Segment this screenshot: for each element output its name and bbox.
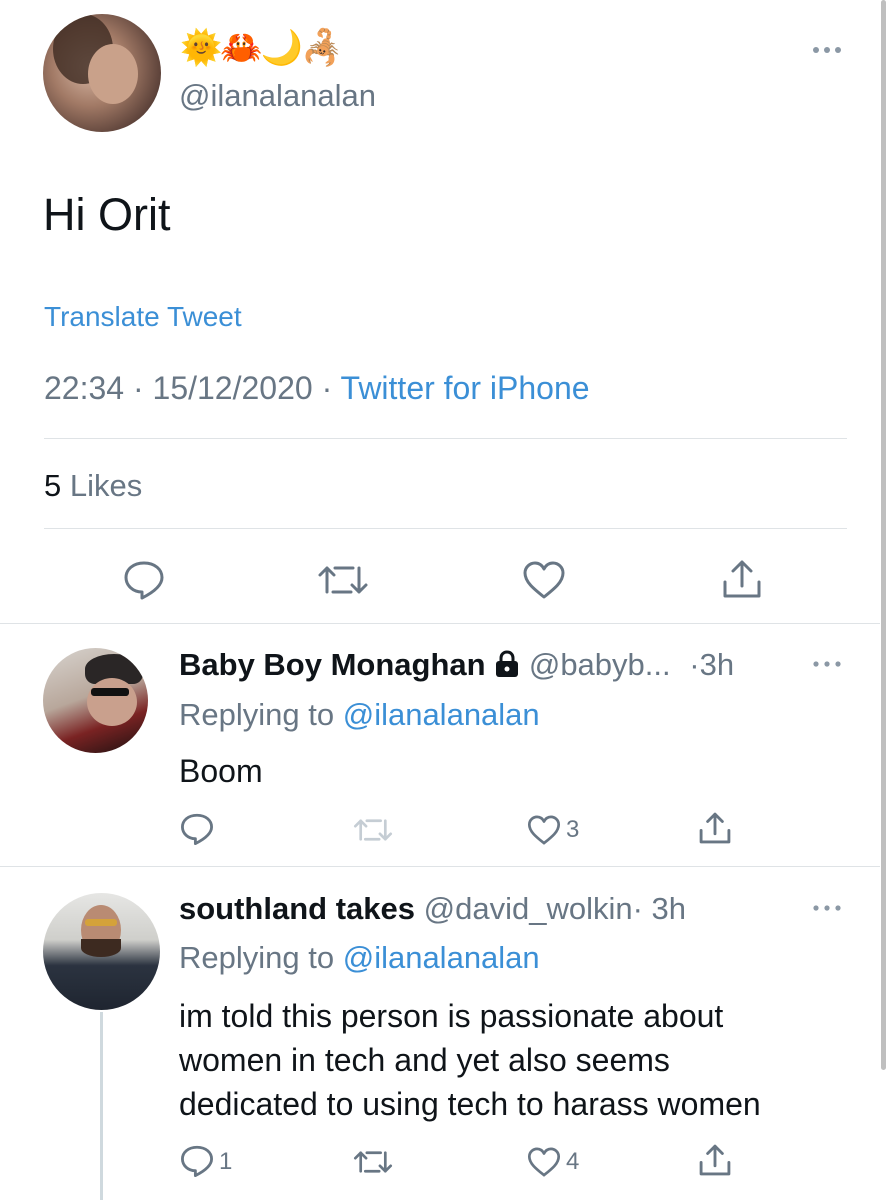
display-name-emoji: 🌞🦀🌙🦂 (180, 29, 343, 67)
replying-to-label: Replying to (179, 940, 335, 975)
reply-time: ·3h (689, 647, 735, 682)
replying-to-handle[interactable]: @ilanalanalan (343, 697, 540, 732)
meta-separator: · (321, 370, 333, 406)
divider (0, 623, 880, 624)
retweet-icon[interactable] (353, 1148, 393, 1176)
reply-author-name[interactable]: southland takes (179, 891, 415, 926)
share-icon[interactable] (697, 810, 733, 846)
reply-icon[interactable] (123, 559, 165, 601)
thread-line (100, 1012, 103, 1200)
likes-summary[interactable]: 5 Likes (44, 466, 142, 506)
likes-label: Likes (69, 468, 143, 503)
replying-to: Replying to @ilanalanalan (179, 938, 540, 978)
like-icon[interactable] (527, 1146, 561, 1178)
translate-tweet-link[interactable]: Translate Tweet (44, 299, 242, 335)
reply-time: · 3h (632, 891, 687, 926)
like-count: 3 (566, 816, 580, 843)
avatar[interactable] (43, 14, 161, 132)
tweet-meta: 22:34 · 15/12/2020 · Twitter for iPhone (44, 368, 590, 408)
tweet-source-link[interactable]: Twitter for iPhone (341, 370, 590, 406)
like-count: 4 (566, 1148, 580, 1175)
more-icon[interactable] (810, 901, 844, 915)
share-icon[interactable] (720, 558, 764, 600)
tweet-time: 22:34 (44, 370, 125, 406)
like-icon[interactable] (527, 814, 561, 846)
like-icon[interactable] (522, 560, 566, 600)
more-icon[interactable] (810, 42, 844, 58)
replying-to-label: Replying to (179, 697, 335, 732)
more-icon[interactable] (810, 657, 844, 671)
reply-icon[interactable] (180, 1144, 214, 1178)
reply-icon[interactable] (180, 812, 214, 846)
tweet-date: 15/12/2020 (152, 370, 313, 406)
reply-text-line: women in tech and yet also seems (179, 1042, 670, 1078)
divider (44, 438, 847, 439)
replying-to-handle[interactable]: @ilanalanalan (343, 940, 540, 975)
reply-author-handle[interactable]: @david_wolkin (424, 891, 633, 926)
reply-author-name[interactable]: Baby Boy Monaghan (179, 647, 486, 682)
replying-to: Replying to @ilanalanalan (179, 695, 540, 735)
divider (0, 866, 880, 867)
retweet-icon (353, 816, 393, 844)
likes-count: 5 (44, 468, 62, 503)
scrollbar[interactable] (881, 0, 886, 1070)
share-icon[interactable] (697, 1142, 733, 1178)
retweet-icon[interactable] (317, 562, 369, 598)
reply-text: im told this person is passionate about … (179, 994, 761, 1126)
avatar[interactable] (43, 648, 148, 753)
reply-header: Baby Boy Monaghan @babyb... ·3h (179, 645, 734, 685)
user-handle[interactable]: @ilanalanalan (179, 76, 376, 116)
reply-author-handle[interactable]: @babyb... (529, 647, 671, 682)
avatar[interactable] (43, 893, 160, 1010)
lock-icon (494, 650, 520, 678)
meta-separator: · (132, 370, 144, 406)
reply-text-line: dedicated to using tech to harass women (179, 1086, 761, 1122)
reply-count: 1 (219, 1148, 233, 1175)
reply-text: Boom (179, 753, 263, 789)
divider (44, 528, 847, 529)
tweet-text: Hi Orit (43, 189, 171, 240)
reply-header: southland takes @david_wolkin· 3h (179, 889, 686, 929)
reply-text-line: im told this person is passionate about (179, 998, 724, 1034)
